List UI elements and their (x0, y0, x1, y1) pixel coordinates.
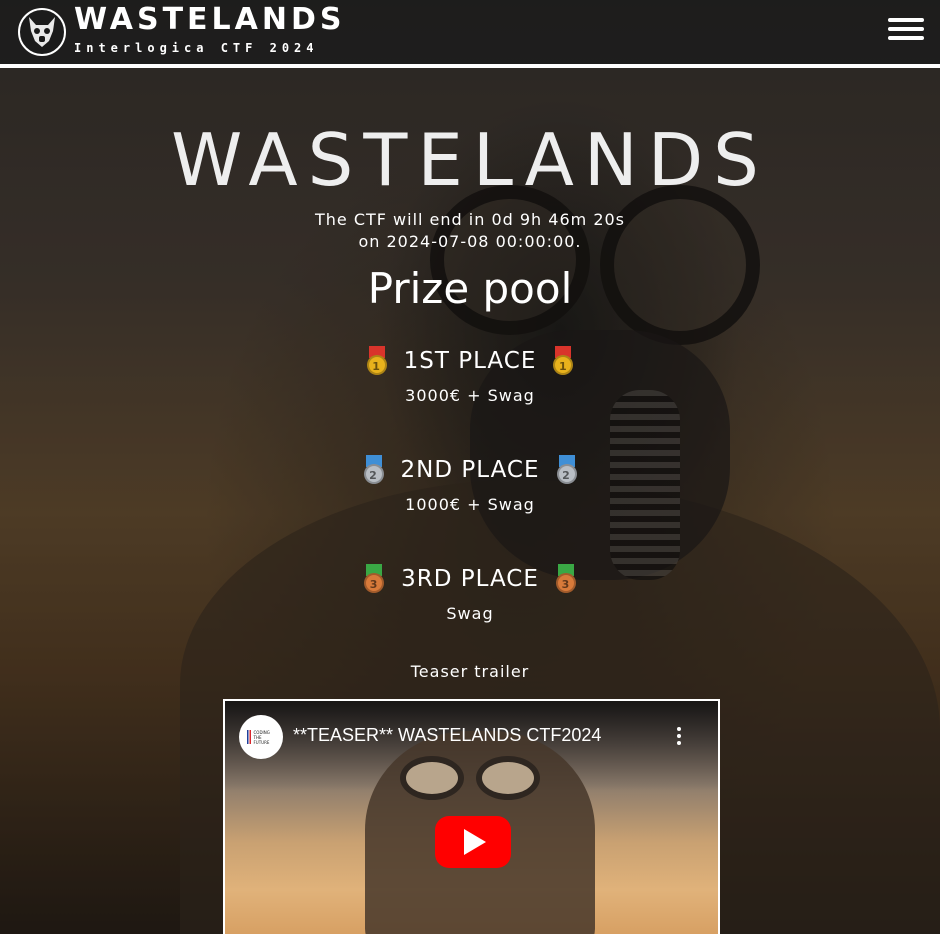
more-vertical-icon[interactable] (671, 727, 687, 749)
prize-pool-heading: Prize pool (367, 264, 573, 313)
wolf-mask-logo-icon[interactable] (18, 8, 66, 56)
countdown-remaining: The CTF will end in 0d 9h 46m 20s (314, 210, 626, 229)
channel-avatar-text: CODING THE FUTURE (253, 729, 270, 745)
place-prize: 1000€ + Swag (405, 495, 535, 514)
top-navbar: WASTELANDS Interlogica CTF 2024 (0, 0, 940, 66)
place-title: 1ST PLACE (403, 348, 537, 374)
place-prize: Swag (446, 604, 494, 623)
place-title: 3RD PLACE (401, 566, 539, 592)
channel-avatar[interactable]: CODING THE FUTURE (239, 715, 283, 759)
silver-medal-icon: 2 (554, 455, 580, 485)
brand-subtitle: Interlogica CTF 2024 (74, 41, 319, 55)
place-title: 2ND PLACE (400, 457, 540, 483)
header-divider (0, 64, 940, 68)
page-title: WASTELANDS (171, 118, 769, 202)
place-prize: 3000€ + Swag (405, 386, 535, 405)
teaser-label: Teaser trailer (410, 662, 530, 681)
video-title[interactable]: **TEASER** WASTELANDS CTF2024 (293, 725, 601, 746)
prize-third-place: 3 3RD PLACE 3 Swag (0, 564, 940, 623)
gold-medal-icon: 1 (550, 346, 576, 376)
prize-second-place: 2 2ND PLACE 2 1000€ + Swag (0, 455, 940, 514)
prize-first-place: 1 1ST PLACE 1 3000€ + Swag (0, 346, 940, 405)
countdown-text: The CTF will end in 0d 9h 46m 20s on 202… (0, 209, 940, 253)
youtube-play-icon[interactable] (435, 816, 511, 868)
gold-medal-icon: 1 (364, 346, 390, 376)
flag-icon (246, 730, 251, 744)
bronze-medal-icon: 3 (361, 564, 387, 594)
brand-title[interactable]: WASTELANDS (74, 2, 345, 37)
youtube-video-embed[interactable]: CODING THE FUTURE **TEASER** WASTELANDS … (223, 699, 720, 934)
hamburger-menu-icon[interactable] (888, 18, 926, 44)
silver-medal-icon: 2 (361, 455, 387, 485)
bronze-medal-icon: 3 (553, 564, 579, 594)
video-thumbnail-goggles (400, 756, 540, 800)
countdown-end-date: on 2024-07-08 00:00:00. (358, 232, 582, 251)
